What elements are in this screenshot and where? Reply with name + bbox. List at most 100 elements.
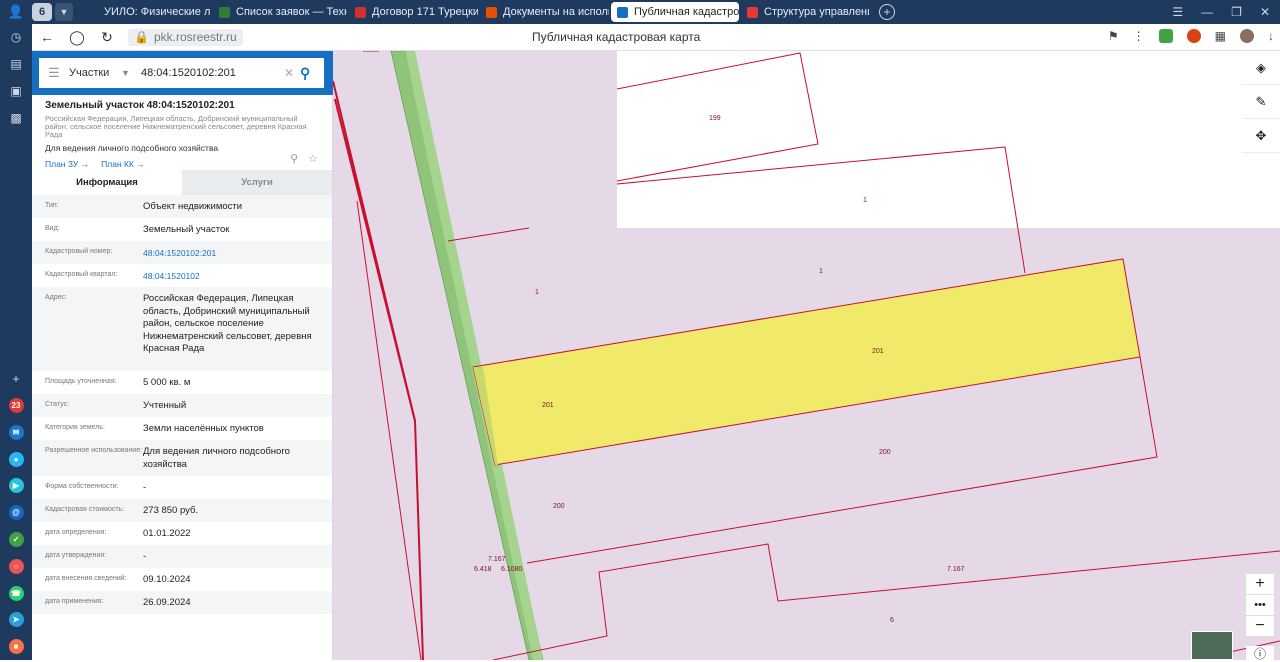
whatsapp-icon[interactable]: ☎ (0, 580, 32, 607)
ruler-icon[interactable]: ✎ (1242, 85, 1280, 119)
extension-icon-1[interactable] (1186, 29, 1201, 43)
chevron-down-icon[interactable]: ▼ (121, 68, 141, 78)
calendar-app[interactable]: 23 (0, 392, 32, 419)
history-icon[interactable]: ◷ (0, 24, 32, 51)
more-icon[interactable]: ⋮ (1133, 29, 1145, 43)
add-app-icon[interactable]: + (0, 365, 32, 392)
basemap-switcher[interactable] (1191, 631, 1233, 660)
panel-tabs: Информация Услуги (32, 170, 332, 195)
favicon-icon (747, 6, 758, 18)
tab-label: Список заявок — ТехноК (236, 6, 347, 18)
star-icon[interactable]: ☆ (308, 152, 318, 165)
tasks-glyph: ✓ (8, 532, 24, 548)
favicon-icon (486, 6, 497, 18)
info-key: дата определения: (45, 529, 107, 536)
object-header: Земельный участок 48:04:1520102:201 Росс… (32, 95, 332, 170)
tab-info[interactable]: Информация (32, 170, 182, 195)
info-row: Площадь уточненная: 5 000 кв. м (32, 371, 332, 394)
layers-icon[interactable]: ◈ (1242, 51, 1280, 85)
downloads-icon[interactable]: ▩ (0, 104, 32, 131)
info-icon[interactable]: ⓘ (1246, 646, 1274, 661)
tab-label: Документы на исполнен (503, 6, 609, 18)
browser-tab[interactable]: Документы на исполнен (480, 2, 609, 22)
tab-count-badge[interactable]: 6 (32, 3, 52, 21)
extension-icon-2[interactable] (1240, 29, 1254, 43)
download-icon[interactable]: ↓ (1268, 29, 1274, 43)
video-glyph: ▶ (8, 478, 24, 494)
zoom-out-button[interactable]: − (1246, 616, 1274, 636)
label-1b: 1 (819, 268, 823, 275)
search-type-select[interactable]: Участки (69, 67, 121, 79)
info-value: - (143, 482, 147, 493)
zoom-to-icon[interactable]: ⚲ (290, 152, 298, 165)
minimize-icon[interactable]: — (1201, 5, 1213, 19)
tab-services[interactable]: Услуги (182, 170, 332, 195)
info-value-link[interactable]: 48:04:1520102:201 (143, 241, 320, 264)
clear-icon[interactable]: ✕ (284, 66, 300, 80)
whatsapp-glyph: ☎ (8, 585, 24, 601)
info-value: Российская Федерация, Липецкая область, … (143, 293, 312, 354)
map-canvas[interactable]: 199 1 1 1 201 201 200 200 7.167 6.1080 6… (333, 51, 1280, 660)
locate-icon[interactable]: ✥ (1242, 119, 1280, 153)
tab-label: Договор 171 Турецких Т. (372, 6, 478, 18)
app-icon-3[interactable]: ■ (0, 633, 32, 660)
more-tools-button[interactable]: ••• (1246, 595, 1274, 615)
info-row: Кадастровый квартал: 48:04:1520102 (32, 264, 332, 287)
tasks-icon[interactable]: ✓ (0, 526, 32, 553)
restore-icon[interactable]: ❐ (1231, 5, 1242, 19)
search-icon[interactable]: ⚲ (300, 65, 324, 82)
info-row: дата применения: 26.09.2024 (32, 591, 332, 614)
zoom-in-button[interactable]: + (1246, 574, 1274, 594)
app-1-glyph: ✉ (8, 424, 24, 440)
yandex-icon[interactable]: ◯ (62, 29, 92, 46)
info-row: Вид: Земельный участок (32, 218, 332, 241)
video-icon[interactable]: ▶ (0, 473, 32, 500)
plan-kk-link[interactable]: План КК → (101, 159, 145, 169)
label-200b: 200 (553, 503, 565, 510)
chevron-down-icon[interactable]: ▼ (55, 3, 73, 21)
search-bar: ☰ Участки ▼ 48:04:1520102:201 ✕ ⚲ ‹ (32, 51, 342, 95)
tab-list: УИЛО: Физические лица Список заявок — Тех… (79, 2, 869, 22)
app-icon-2[interactable]: ○ (0, 553, 32, 580)
info-row: Разрешенное использование: Для ведения ли… (32, 440, 332, 476)
protect-extension-icon[interactable] (1158, 29, 1173, 43)
info-value-link[interactable]: 48:04:1520102 (143, 264, 320, 287)
url-field[interactable]: 🔒 pkk.rosreestr.ru (128, 28, 243, 46)
label-7167a: 7.167 (488, 556, 506, 563)
info-key: Статус: (45, 401, 70, 408)
window-controls: ☰ — ❐ ✕ (1172, 0, 1280, 24)
reload-icon[interactable]: ↻ (92, 29, 122, 46)
info-key: дата применения: (45, 598, 104, 605)
info-table: Тип: Объект недвижимости Вид: Земельный уча… (32, 195, 332, 614)
plan-zu-link[interactable]: План ЗУ → (45, 159, 89, 169)
close-icon[interactable]: ✕ (1260, 5, 1270, 19)
menu-icon[interactable]: ☰ (39, 65, 69, 81)
back-icon[interactable]: ← (32, 29, 62, 45)
favicon-icon (87, 6, 98, 18)
browser-tab[interactable]: Структура управления и (741, 2, 869, 22)
app-icon-1[interactable]: ✉ (0, 419, 32, 446)
browser-tab[interactable]: Публичная кадастрова✕ (611, 2, 739, 22)
browser-tab[interactable]: УИЛО: Физические лица (81, 2, 211, 22)
search-input[interactable]: 48:04:1520102:201 (141, 67, 284, 79)
bookmark-icon[interactable]: ⚑ (1108, 29, 1119, 43)
browser-tab[interactable]: Договор 171 Турецких Т. (349, 2, 478, 22)
menu-icon[interactable]: ☰ (1172, 5, 1183, 19)
extensions-icon[interactable]: ▦ (1215, 29, 1226, 43)
info-key: Категория земель: (45, 424, 105, 431)
collections-icon[interactable]: ▤ (0, 51, 32, 78)
new-tab-button[interactable]: + (879, 4, 895, 20)
mail-icon[interactable]: @ (0, 499, 32, 526)
info-key: дата внесения сведений: (45, 575, 127, 582)
info-value: Земельный участок (143, 224, 230, 235)
tabs-icon[interactable]: ▣ (0, 78, 32, 105)
info-key: Форма собственности: (45, 483, 119, 490)
browser-tab-bar: 👤 6 ▼ УИЛО: Физические лица Список заявок… (0, 0, 1280, 24)
browser-tab[interactable]: Список заявок — ТехноК (213, 2, 347, 22)
profile-icon[interactable]: 👤 (0, 0, 32, 24)
selected-parcel-201[interactable] (472, 258, 1141, 466)
info-key: Кадастровая стоимость: (45, 506, 125, 513)
info-row: Форма собственности: - (32, 476, 332, 499)
telegram-icon[interactable]: ➤ (0, 607, 32, 634)
messenger-icon[interactable]: ● (0, 446, 32, 473)
